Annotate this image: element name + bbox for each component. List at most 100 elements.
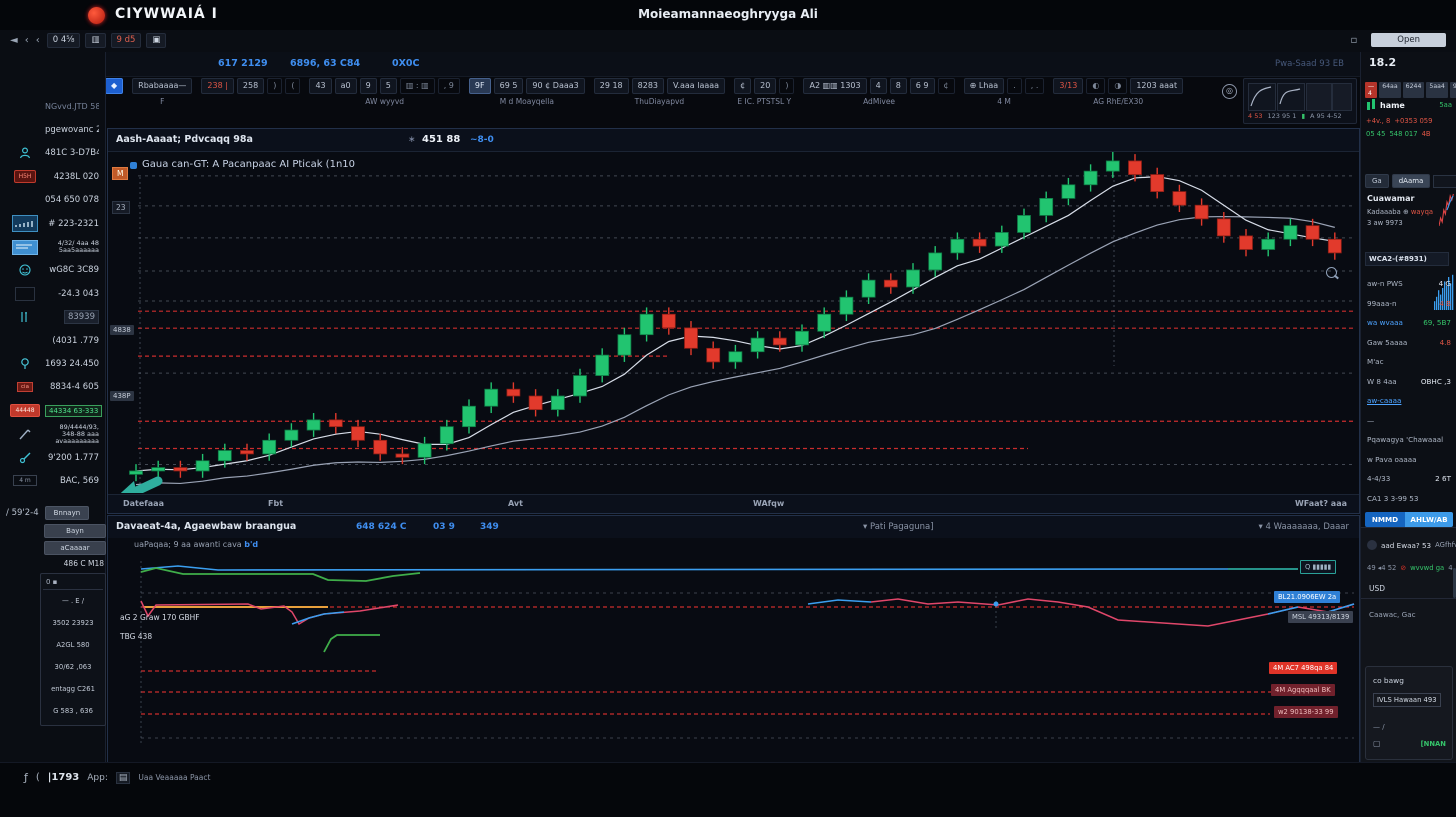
candle-body[interactable] [1240, 236, 1253, 250]
mini-chart-thumb-1[interactable] [1248, 83, 1276, 111]
status-badge-icon[interactable]: ▤ [116, 772, 131, 784]
toolbar-button[interactable]: ▥ : ▥ [400, 78, 435, 94]
red-chip-icon[interactable]: cia [17, 382, 33, 392]
candle-body[interactable] [662, 314, 675, 328]
toolbar-button[interactable]: Rbabaaaa— [132, 78, 192, 94]
candle-body[interactable] [130, 471, 143, 474]
sidebar-item-14[interactable]: 89/4444/93, 348-88 aaa avaaaaaaaaa [0, 422, 105, 445]
price-badge-0[interactable]: Q ▮▮▮▮▮ [1300, 560, 1336, 574]
toolbar-button[interactable]: ◐ [1086, 78, 1105, 94]
candle-body[interactable] [507, 389, 520, 396]
nav-button-0[interactable]: 0 4⅝ [47, 33, 81, 48]
candle-body[interactable] [1173, 192, 1186, 206]
candle-body[interactable] [1217, 219, 1230, 236]
sidebar-item-6[interactable]: 4/32/ 4aa 48 5aa5aaaaaa [0, 235, 105, 258]
candle-body[interactable] [973, 239, 986, 246]
toolbar-button[interactable]: , . [1025, 78, 1045, 94]
indicator-dropdown-2[interactable]: ▾ 4 Waaaaaaa, Daaar [1259, 522, 1349, 532]
candle-body[interactable] [1151, 175, 1164, 192]
verified-badge-icon[interactable]: ◎ [1222, 84, 1237, 99]
toolbar-button[interactable]: . [1007, 78, 1022, 94]
candle-body[interactable] [1328, 239, 1341, 253]
detail-row-0[interactable]: aw-n PWS4 G [1367, 274, 1451, 294]
candle-body[interactable] [574, 376, 587, 396]
candle-body[interactable] [1106, 161, 1119, 171]
candle-body[interactable] [418, 444, 431, 458]
candle-body[interactable] [907, 270, 920, 287]
toolbar-button[interactable]: ◑ [1108, 78, 1127, 94]
detail-row-4[interactable]: M'ac [1367, 352, 1451, 372]
candle-body[interactable] [773, 338, 786, 345]
sidebar-item-4[interactable]: 054 650 078 [0, 189, 105, 212]
candle-body[interactable] [1018, 215, 1031, 232]
toolbar-button[interactable]: 1203 aaat [1130, 78, 1183, 94]
candle-body[interactable] [751, 338, 764, 352]
candle-body[interactable] [596, 355, 609, 375]
toolbar-button[interactable]: 8 [890, 78, 907, 94]
detail-row-10[interactable]: 4-4/332 6T [1367, 469, 1451, 489]
detail-row-9[interactable]: w Pava oaaaa [1367, 450, 1451, 470]
price-badge-5[interactable]: w2 90138-33 99 [1274, 706, 1338, 718]
candle-body[interactable] [196, 461, 209, 471]
toolbar-button[interactable]: a0 [335, 78, 357, 94]
candle-body[interactable] [307, 420, 320, 430]
cta-right-label[interactable]: AHLW/AB [1405, 512, 1453, 527]
chart-legend-title[interactable]: Gaua can-GT: A Pacanpaac AI Pticak (1n10 [142, 159, 355, 170]
candle-body[interactable] [1062, 185, 1075, 199]
watch-row-symbol[interactable]: hame5aa [1366, 98, 1452, 112]
sidebar-item-15[interactable]: 9'200 1.777 [0, 446, 105, 469]
candle-body[interactable] [374, 440, 387, 454]
chat-header-right[interactable]: AGfhfv 6 [1435, 541, 1456, 549]
price-badge-2[interactable]: MSL 49313/8139 [1288, 611, 1353, 623]
toolbar-button[interactable]: 258 [237, 78, 264, 94]
candle-body[interactable] [1262, 239, 1275, 249]
price-badge-1[interactable]: BL21.0906EW 2a [1274, 591, 1340, 603]
candle-body[interactable] [529, 396, 542, 410]
sidebar-footer-button[interactable]: Bnnayn [45, 506, 90, 520]
candle-body[interactable] [352, 427, 365, 441]
detail-row-2[interactable]: wa wvaaa69, 5B7 [1367, 313, 1451, 333]
candle-body[interactable] [729, 352, 742, 362]
price-badge-4[interactable]: 4M Agqqqaal BK [1271, 684, 1335, 696]
red-button[interactable]: 44448 [10, 404, 39, 417]
slim-box-icon[interactable]: 4 m [13, 475, 37, 486]
mini-chart-slot-2[interactable] [1332, 83, 1352, 111]
right-panel-tab-2[interactable]: 6244 [1403, 82, 1425, 98]
candle-body[interactable] [329, 420, 342, 427]
position-card-icon[interactable]: ▢ [1373, 739, 1381, 748]
sidebar-item-10[interactable]: (4031 .779 [0, 329, 105, 352]
candle-body[interactable] [152, 468, 165, 471]
indicator-dropdown-1[interactable]: ▾ Pati Pagaguna] [863, 522, 934, 532]
blocked-icon[interactable]: ⊘ [1400, 564, 1406, 572]
toolbar-button[interactable]: ¢ [734, 78, 751, 94]
right-panel-tab-4[interactable]: 94 [1450, 82, 1456, 98]
nav-button-1[interactable]: ▥ [85, 33, 105, 48]
red-box-icon[interactable]: H5H [14, 170, 37, 183]
toolbar-button[interactable]: 9F [469, 78, 491, 94]
candle-body[interactable] [1306, 226, 1319, 240]
sidebar-item-5[interactable]: # 223-2321 [0, 212, 105, 235]
watch-row-2[interactable]: +4v., 8+0353 059 [1366, 117, 1452, 125]
zoom-icon[interactable] [1326, 267, 1337, 278]
toolbar-button[interactable]: ⊕ Lhaa [964, 78, 1005, 94]
right-panel-subtab-0[interactable]: Ga [1365, 174, 1389, 188]
candle-body[interactable] [862, 280, 875, 297]
nav-button-3[interactable]: ▣ [146, 33, 166, 48]
candle-body[interactable] [1040, 198, 1053, 215]
lower-left-row-1[interactable]: 3502 23923 [43, 612, 103, 634]
toolbar-button[interactable]: ) [267, 78, 282, 94]
nav-button-2[interactable]: 9 d5 [111, 33, 142, 48]
blue-card-icon[interactable] [12, 240, 38, 255]
detail-row-11[interactable]: CA1 3 3-99 53 [1367, 489, 1451, 509]
position-card-symbol[interactable]: IVLS Hawaan 493 [1373, 693, 1441, 707]
candle-body[interactable] [884, 280, 897, 287]
candle-body[interactable] [707, 348, 720, 362]
candle-body[interactable] [929, 253, 942, 270]
candle-body[interactable] [1195, 205, 1208, 219]
toolbar-button[interactable]: , 9 [438, 78, 460, 94]
indicator-chart[interactable] [108, 516, 1357, 761]
toolbar-button[interactable]: V.aaa laaaa [667, 78, 725, 94]
chart-header-star-icon[interactable]: ∗ [408, 135, 416, 145]
lower-left-row-0[interactable]: — . E / [43, 590, 103, 612]
lower-left-row-2[interactable]: A2GL 580 [43, 634, 103, 656]
